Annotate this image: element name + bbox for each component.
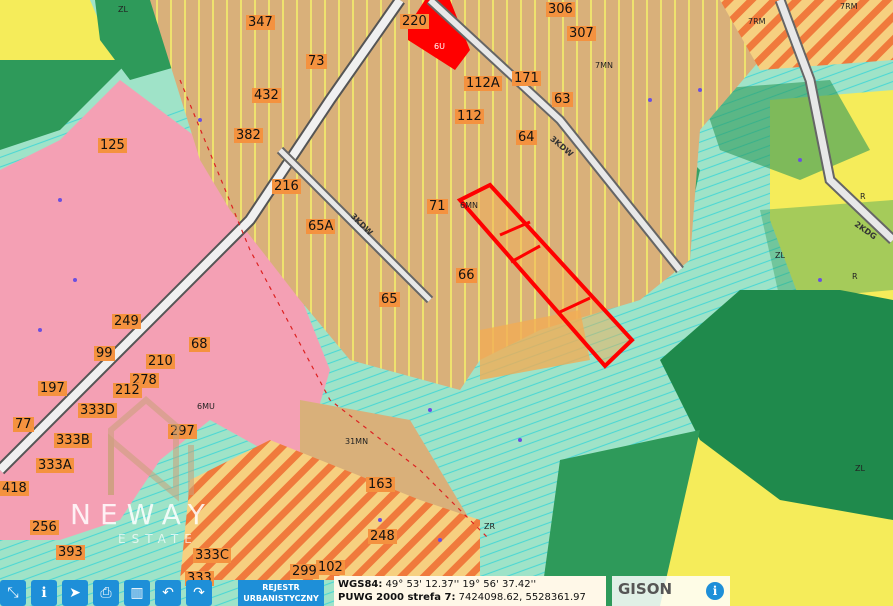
puwg-label: PUWG 2000 strefa 7: (338, 592, 456, 603)
parcel-number-label: 307 (567, 26, 596, 41)
parcel-number-label: 197 (38, 381, 67, 396)
rejestr-label-line1: REJESTR (262, 583, 300, 592)
parcel-number-label: 418 (0, 481, 29, 496)
coordinate-readout: WGS84: 49° 53' 12.37'' 19° 56' 37.42'' P… (334, 576, 606, 606)
zone-label: ZL (118, 5, 128, 14)
redo-icon: ↷ (193, 585, 205, 601)
parcel-number-label: 71 (427, 199, 448, 214)
zone-label: 7RM (840, 2, 858, 11)
puwg-value: 7424098.62, 5528361.97 (458, 592, 586, 603)
brand-watermark: NEWAY (70, 498, 214, 531)
parcel-number-label: 299 (290, 564, 319, 579)
rejestr-label-line2: URBANISTYCZNY (243, 594, 319, 603)
wgs-label: WGS84: (338, 579, 383, 590)
book-icon: ▥ (130, 585, 144, 601)
redo-button[interactable]: ↷ (186, 580, 212, 606)
parcel-number-label: 171 (512, 71, 541, 86)
gison-name: GISON (618, 580, 673, 598)
parcel-number-label: 63 (552, 92, 573, 107)
parcel-number-label: 125 (98, 138, 127, 153)
measure-button[interactable]: ⤡ (0, 580, 26, 606)
undo-button[interactable]: ↶ (155, 580, 181, 606)
parcel-number-label: 249 (112, 314, 141, 329)
measure-icon: ⤡ (7, 585, 19, 601)
parcel-number-label: 66 (456, 268, 477, 283)
parcel-number-label: 99 (94, 346, 115, 361)
navigate-button[interactable]: ➤ (62, 580, 88, 606)
parcel-number-label: 256 (30, 520, 59, 535)
parcel-number-label: 393 (56, 545, 85, 560)
parcel-number-label: 333C (193, 548, 231, 563)
parcel-number-label: 112 (455, 109, 484, 124)
parcel-number-label: 248 (368, 529, 397, 544)
gison-brand: GISON i (612, 576, 730, 606)
parcel-number-label: 382 (234, 128, 263, 143)
zone-label: 6U (434, 42, 445, 51)
zone-label: 7RM (748, 17, 766, 26)
zone-label: ZL (775, 251, 785, 260)
zone-label: R (860, 192, 866, 201)
parcel-number-label: 216 (272, 179, 301, 194)
navigate-icon: ➤ (69, 585, 81, 601)
info-person-button[interactable]: ℹ (31, 580, 57, 606)
book-button[interactable]: ▥ (124, 580, 150, 606)
brand-sub-watermark: ESTATE (118, 532, 198, 546)
parcel-number-label: 432 (252, 88, 281, 103)
parcel-number-label: 347 (246, 15, 275, 30)
parcel-number-label: 306 (546, 2, 575, 17)
zone-label: 7MN (595, 61, 613, 70)
parcel-number-label: 112A (464, 76, 502, 91)
parcel-number-label: 64 (516, 130, 537, 145)
map-toolbar: ⤡ ℹ ➤ ⎙ ▥ ↶ ↷ (0, 580, 212, 606)
print-icon: ⎙ (100, 585, 112, 601)
parcel-number-label: 68 (189, 337, 210, 352)
zone-label: ZL (855, 464, 865, 473)
parcel-number-label: 73 (306, 54, 327, 69)
rejestr-urbanistyczny-button[interactable]: REJESTR URBANISTYCZNY (238, 580, 324, 606)
parcel-number-label: 163 (366, 477, 395, 492)
info-person-icon: ℹ (41, 585, 47, 601)
zone-label: 31MN (345, 437, 369, 446)
zone-label: 6MN (460, 201, 478, 210)
parcel-number-label: 65 (379, 292, 400, 307)
info-icon[interactable]: i (706, 582, 724, 600)
parcel-number-label: 102 (316, 560, 345, 575)
zone-label: R (852, 272, 858, 281)
wgs-value: 49° 53' 12.37'' 19° 56' 37.42'' (385, 579, 537, 590)
zone-label: ZR (484, 522, 496, 531)
parcel-number-label: 65A (306, 219, 336, 234)
parcel-number-label: 220 (400, 14, 429, 29)
parcel-number-label: 210 (146, 354, 175, 369)
print-button[interactable]: ⎙ (93, 580, 119, 606)
undo-icon: ↶ (162, 585, 174, 601)
parcel-number-label: 77 (13, 417, 34, 432)
